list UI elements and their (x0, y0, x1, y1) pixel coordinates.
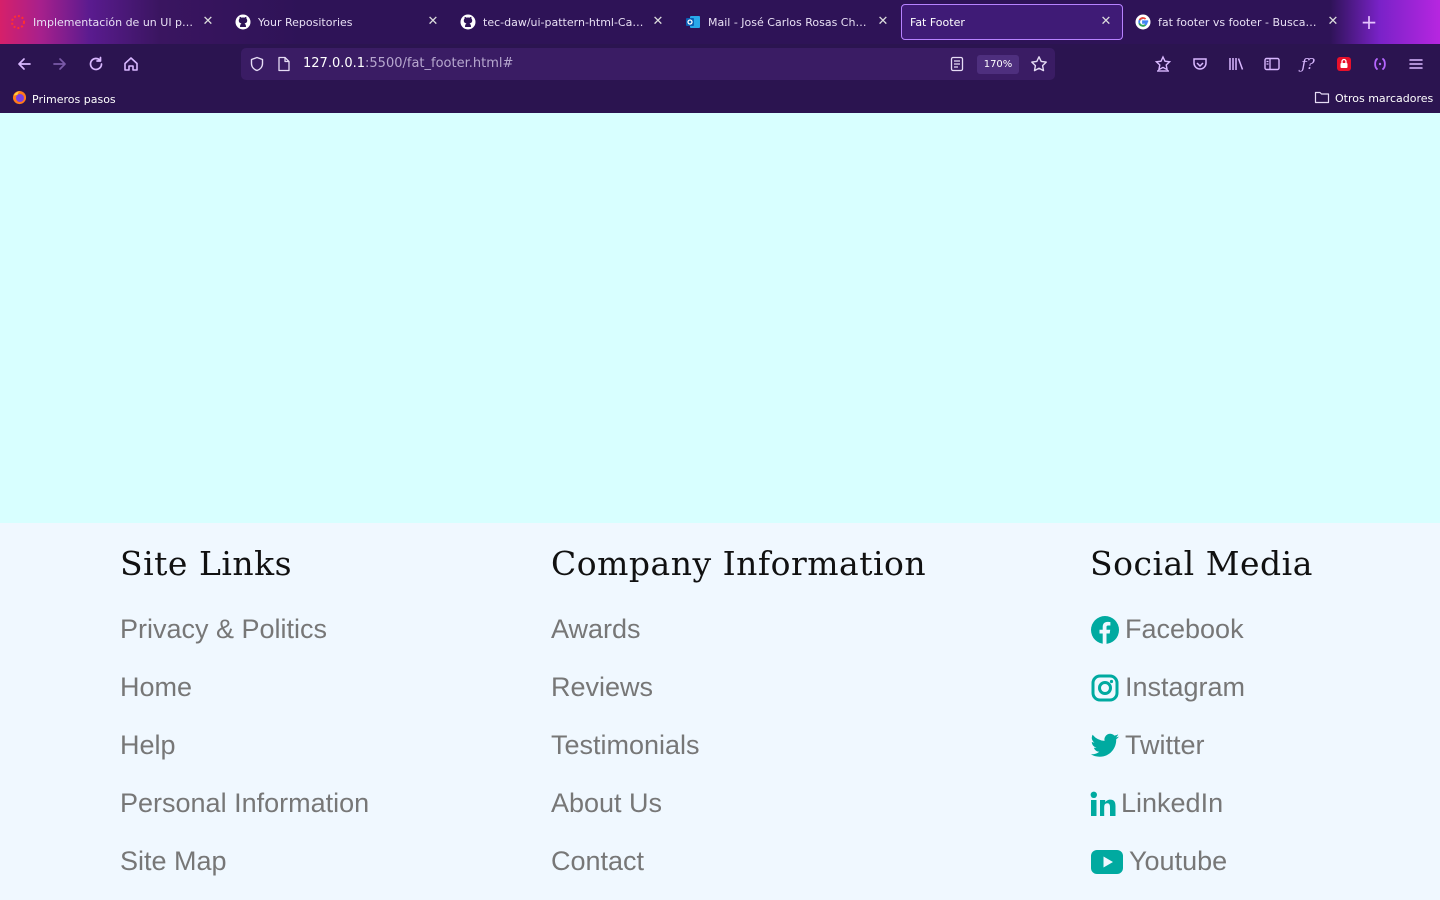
ui-pattern-favicon-icon (10, 14, 26, 30)
footer-link-youtube[interactable]: Youtube (1090, 846, 1227, 877)
menu-icon[interactable] (1404, 52, 1428, 76)
tab-title: Your Repositories (258, 15, 353, 29)
folder-icon (1314, 90, 1330, 107)
social-link-label: Instagram (1125, 672, 1246, 702)
footer-link-reviews[interactable]: Reviews (551, 672, 653, 703)
column-heading: Company Information (551, 544, 927, 583)
social-link-label: Facebook (1125, 614, 1244, 644)
footer-link-contact[interactable]: Contact (551, 846, 644, 877)
extension-icon[interactable] (1368, 52, 1392, 76)
pocket-icon[interactable] (1188, 52, 1212, 76)
reload-icon[interactable] (84, 52, 108, 76)
column-heading: Site Links (120, 544, 293, 583)
social-link-label: Twitter (1125, 730, 1205, 760)
url-text[interactable]: 127.0.0.1:5500/fat_footer.html# (303, 56, 513, 71)
social-link-label: Youtube (1129, 846, 1228, 876)
tab-title: fat footer vs footer - Buscar con (1158, 15, 1321, 29)
bookmark-label: Otros marcadores (1335, 92, 1434, 105)
page-info-icon[interactable] (277, 56, 291, 76)
tab-tec-daw-repo[interactable]: tec-daw/ui-pattern-html-CarlosR ✕ (452, 4, 674, 40)
library-icon[interactable] (1224, 52, 1248, 76)
tab-mail[interactable]: Mail - José Carlos Rosas Chapa ✕ (677, 4, 899, 40)
footer-link-instagram[interactable]: Instagram (1090, 672, 1245, 703)
font-finder-icon[interactable]: ƒ? (1296, 52, 1320, 76)
tab-ui-pattern[interactable]: Implementación de un UI pattern ✕ (2, 4, 224, 40)
twitter-icon (1090, 731, 1120, 761)
shield-icon[interactable] (249, 56, 265, 76)
navigation-toolbar: 127.0.0.1:5500/fat_footer.html# 170% ƒ? (0, 44, 1440, 84)
firefox-icon (12, 90, 27, 108)
instagram-icon (1090, 673, 1120, 703)
url-host: 127.0.0.1 (303, 56, 366, 71)
reader-view-icon[interactable] (949, 56, 965, 76)
url-bar[interactable]: 127.0.0.1:5500/fat_footer.html# 170% (241, 48, 1055, 80)
footer-link-help[interactable]: Help (120, 730, 176, 761)
github-icon (460, 14, 476, 30)
bookmarks-bar: Primeros pasos Otros marcadores (0, 84, 1440, 113)
tab-fat-footer[interactable]: Fat Footer ✕ (901, 4, 1123, 40)
close-icon[interactable]: ✕ (425, 14, 441, 30)
page-content: Site Links Privacy & Politics Home Help … (0, 113, 1440, 900)
footer-link-awards[interactable]: Awards (551, 614, 641, 645)
footer-link-about-us[interactable]: About Us (551, 788, 662, 819)
footer-link-site-map[interactable]: Site Map (120, 846, 227, 877)
github-icon (235, 14, 251, 30)
footer-link-twitter[interactable]: Twitter (1090, 730, 1205, 761)
bookmark-primeros-pasos[interactable]: Primeros pasos (12, 90, 116, 108)
google-icon (1135, 14, 1151, 30)
footer-link-privacy[interactable]: Privacy & Politics (120, 614, 327, 645)
sidebar-toggle-icon[interactable] (1260, 52, 1284, 76)
footer-link-home[interactable]: Home (120, 672, 192, 703)
close-icon[interactable]: ✕ (1098, 14, 1114, 30)
youtube-icon (1090, 847, 1124, 877)
linkedin-icon (1090, 789, 1116, 819)
tab-your-repositories[interactable]: Your Repositories ✕ (227, 4, 449, 40)
lockwise-icon[interactable] (1332, 52, 1356, 76)
bookmark-star-icon[interactable] (1030, 55, 1048, 77)
fat-footer: Site Links Privacy & Politics Home Help … (0, 523, 1440, 900)
tab-strip: Implementación de un UI pattern ✕ Your R… (0, 0, 1440, 44)
footer-link-testimonials[interactable]: Testimonials (551, 730, 700, 761)
footer-link-personal-information[interactable]: Personal Information (120, 788, 369, 819)
tab-google-search[interactable]: fat footer vs footer - Buscar con ✕ (1127, 4, 1349, 40)
close-icon[interactable]: ✕ (650, 14, 666, 30)
tab-title: Mail - José Carlos Rosas Chapa (708, 15, 871, 29)
bookmark-otros-marcadores[interactable]: Otros marcadores (1314, 90, 1433, 107)
footer-link-linkedin[interactable]: LinkedIn (1090, 788, 1223, 819)
close-icon[interactable]: ✕ (200, 14, 216, 30)
forward-icon[interactable] (48, 52, 72, 76)
column-heading: Social Media (1090, 544, 1313, 583)
bookmark-label: Primeros pasos (32, 92, 116, 106)
close-icon[interactable]: ✕ (1325, 14, 1341, 30)
tab-title: Implementación de un UI pattern (33, 15, 196, 29)
back-icon[interactable] (12, 52, 36, 76)
facebook-icon (1090, 615, 1120, 645)
tab-title: tec-daw/ui-pattern-html-CarlosR (483, 15, 646, 29)
home-icon[interactable] (119, 52, 143, 76)
outlook-icon (685, 14, 701, 30)
footer-link-facebook[interactable]: Facebook (1090, 614, 1244, 645)
tab-title: Fat Footer (910, 15, 965, 29)
new-tab-button[interactable]: + (1358, 12, 1380, 34)
close-icon[interactable]: ✕ (875, 14, 891, 30)
social-link-label: LinkedIn (1121, 788, 1224, 818)
firefox-view-icon[interactable] (1151, 52, 1175, 76)
url-path: :5500/fat_footer.html# (365, 56, 514, 71)
zoom-level-button[interactable]: 170% (977, 55, 1019, 74)
